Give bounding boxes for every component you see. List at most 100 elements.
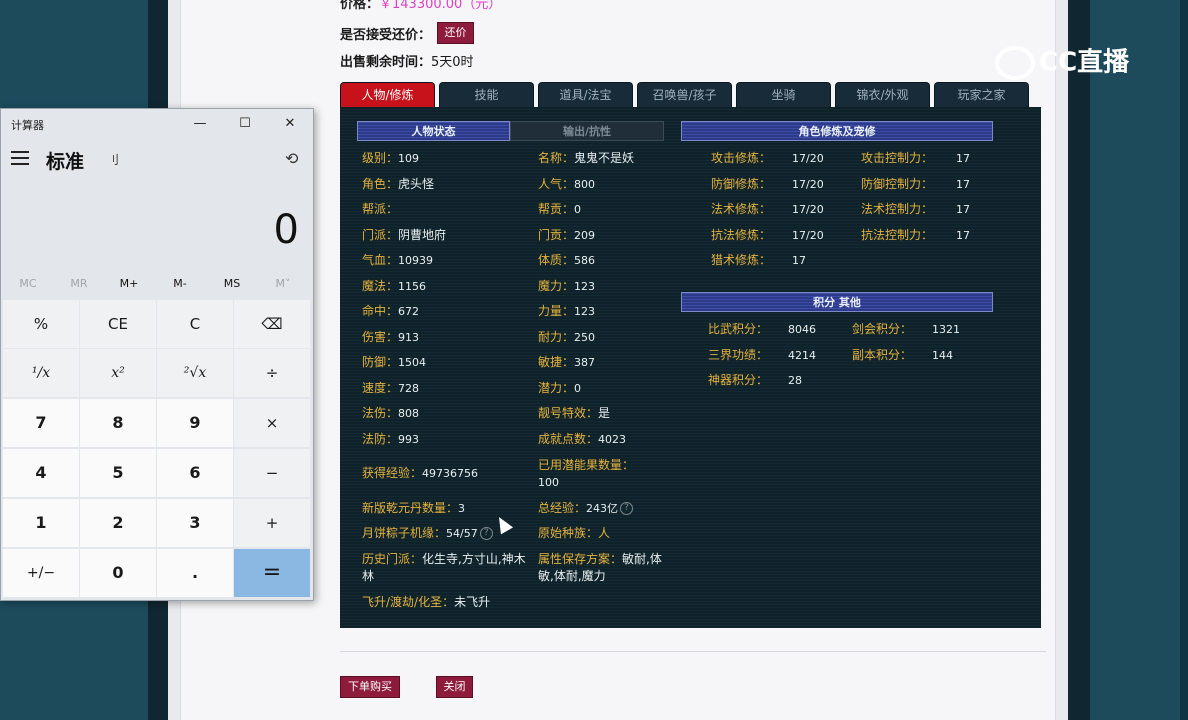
digit-7-button[interactable]: 7 [3,399,79,447]
stat-experience: 获得经验：49736756 [362,466,479,480]
memory-row: MC MR M+ M- MS M˅ [1,277,313,297]
section-points: 积分 其他 [681,292,993,312]
stat-endurance: 耐力：250 [538,330,596,344]
section-char-status[interactable]: 人物状态 [357,121,510,141]
cult-row-3: 法术修炼： [711,202,772,216]
stat-popularity: 人气：800 [538,177,596,191]
cult-ctrl-4: 抗法控制力： [861,228,934,242]
cult-row-4: 抗法修炼： [711,228,772,242]
digit-6-button[interactable]: 6 [157,449,233,497]
digit-0-button[interactable]: 0 [80,549,156,597]
stat-total-exp: 总经验：243亿? [538,500,634,517]
digit-8-button[interactable]: 8 [80,399,156,447]
price-value: ￥143300.00（元） [379,0,502,12]
memory-recall-button[interactable]: MR [54,277,104,290]
tab-outfits[interactable]: 锦衣/外观 [835,82,930,107]
memory-store-button[interactable]: MS [207,277,257,290]
stat-magic-defense: 法防：993 [362,432,420,446]
tab-skills[interactable]: 技能 [439,82,534,107]
cult-val-4: 17/20 [792,229,824,242]
decimal-button[interactable]: . [157,549,233,597]
bargain-label: 是否接受还价： [340,28,432,43]
backspace-button[interactable]: ⌫ [234,300,310,348]
window-close-button[interactable]: ✕ [275,113,305,135]
stat-ascension: 飞升/渡劫/化圣：未飞升 [362,595,491,609]
section-cultivation: 角色修炼及宠修 [681,121,993,141]
maximize-button[interactable]: ☐ [230,113,260,135]
add-button[interactable]: + [234,499,310,547]
time-label: 出售剩余时间： [340,55,432,70]
time-row: 出售剩余时间：5天0时 [340,51,474,70]
stat-magic-damage: 法伤：808 [362,406,420,420]
section-output-resist[interactable]: 输出/抗性 [510,121,664,141]
negate-button[interactable]: +/− [3,549,79,597]
tab-home[interactable]: 玩家之家 [934,82,1029,107]
tab-mounts[interactable]: 坐骑 [736,82,831,107]
history-icon[interactable]: ⟲ [285,149,298,168]
stat-attr-plan: 属性保存方案：敏耐,体敏,体耐,魔力 [538,552,662,583]
points-k2-1: 剑会积分： [852,322,913,336]
cult-ctrl-3: 法术控制力： [861,202,934,216]
reciprocal-button[interactable]: ¹/x [3,349,79,397]
percent-button[interactable]: % [3,300,79,348]
stat-hit: 命中：672 [362,304,420,318]
cult-val-5: 17 [792,254,806,267]
digit-4-button[interactable]: 4 [3,449,79,497]
buy-button[interactable]: 下单购买 [340,676,400,698]
equals-button[interactable]: = [234,549,310,597]
digit-9-button[interactable]: 9 [157,399,233,447]
time-value: 5天0时 [431,55,474,70]
points-val-2: 4214 [788,349,816,362]
tab-character[interactable]: 人物/修炼 [340,82,435,107]
calculator-mode-row: 标准 刂 ⟲ [1,145,313,175]
points-v2-1: 1321 [932,323,960,336]
cc-logo-text: CC直播 [1039,47,1130,78]
points-val-1: 8046 [788,323,816,336]
sqrt-button[interactable]: ²√x [157,349,233,397]
help-icon[interactable]: ? [479,527,493,540]
mode-title: 标准 [46,151,85,173]
subtract-button[interactable]: − [234,449,310,497]
memory-subtract-button[interactable]: M- [155,277,205,290]
help-icon[interactable]: ? [620,502,634,515]
cult-ctrl-val-4: 17 [956,229,970,242]
clear-entry-button[interactable]: CE [80,300,156,348]
cult-ctrl-2: 防御控制力： [861,177,934,191]
memory-clear-button[interactable]: MC [3,277,53,290]
memory-add-button[interactable]: M+ [104,277,154,290]
bargain-button[interactable]: 还价 [437,22,474,44]
stat-name: 名称：鬼鬼不是妖 [538,151,635,165]
digit-2-button[interactable]: 2 [80,499,156,547]
points-row-3: 神器积分： [708,373,769,387]
digit-5-button[interactable]: 5 [80,449,156,497]
memory-list-button[interactable]: M˅ [258,277,308,290]
tab-pets[interactable]: 召唤兽/孩子 [637,82,732,107]
digit-3-button[interactable]: 3 [157,499,233,547]
stat-school-contrib: 门贡：209 [538,228,596,242]
digit-1-button[interactable]: 1 [3,499,79,547]
calculator-titlebar[interactable]: 计算器 — ☐ ✕ [1,109,313,139]
keep-on-top-icon[interactable]: 刂 [107,151,119,168]
minimize-button[interactable]: — [185,113,215,135]
stat-hp: 气血：10939 [362,253,434,267]
stat-history-school: 历史门派：化生寺,方寸山,神木林 [362,552,526,583]
stat-strength: 力量：123 [538,304,596,318]
menu-icon[interactable] [11,151,29,167]
cult-row-5: 猎术修炼： [711,253,772,267]
calculator-display: 0 [273,207,299,253]
points-row-2: 三界功绩： [708,348,769,362]
stat-defense: 防御：1504 [362,355,427,369]
stat-zongzi: 月饼粽子机缘：54/57? [362,525,493,542]
square-button[interactable]: x² [80,349,156,397]
stat-guild: 帮派： [362,202,399,216]
points-v2-2: 144 [932,349,953,362]
calculator-window[interactable]: 计算器 — ☐ ✕ 标准 刂 ⟲ 0 MC MR M+ M- MS M˅ % C… [0,108,314,601]
multiply-button[interactable]: × [234,399,310,447]
close-button[interactable]: 关闭 [436,676,473,698]
clear-button[interactable]: C [157,300,233,348]
stat-role: 角色：虎头怪 [362,177,435,191]
tab-bar: 人物/修炼 技能 道具/法宝 召唤兽/孩子 坐骑 锦衣/外观 玩家之家 [340,82,1040,107]
stat-potential-fruit: 已用潜能果数量： 100 [538,458,635,489]
divide-button[interactable]: ÷ [234,349,310,397]
tab-items[interactable]: 道具/法宝 [538,82,633,107]
